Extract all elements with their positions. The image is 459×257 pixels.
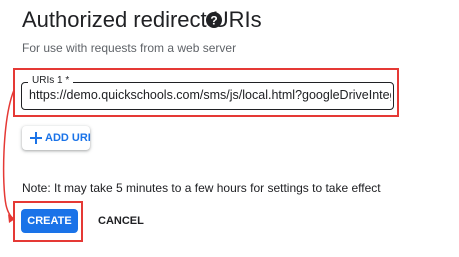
- svg-text:?: ?: [210, 14, 217, 28]
- section-title: Authorized redirect URIs: [22, 7, 262, 32]
- uri-input[interactable]: https://demo.quickschools.com/sms/js/loc…: [29, 88, 391, 102]
- uri-field-label: URIs 1 *: [28, 75, 74, 86]
- settings-note: Note: It may take 5 minutes to a few hou…: [22, 181, 381, 195]
- add-uri-button[interactable]: ADD URI: [22, 126, 91, 150]
- cancel-button[interactable]: CANCEL: [90, 209, 144, 233]
- create-button[interactable]: CREATE: [21, 209, 78, 233]
- section-subtitle: For use with requests from a web server: [22, 41, 237, 55]
- plus-icon: [30, 132, 42, 144]
- add-uri-label: ADD URI: [45, 132, 91, 144]
- help-circle-icon[interactable]: ?: [204, 10, 224, 30]
